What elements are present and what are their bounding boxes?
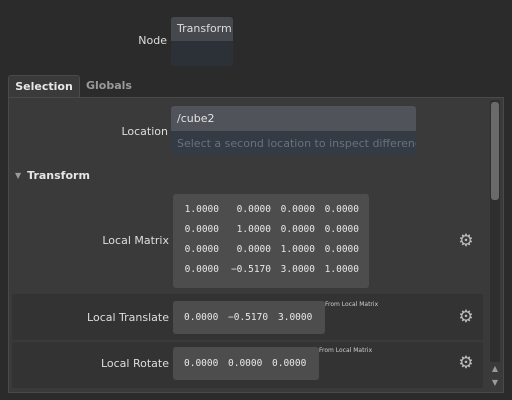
matrix-cell: 0.0000 (236, 204, 271, 215)
vector-cell: 0.0000 (228, 358, 263, 369)
local-matrix-label: Local Matrix (102, 234, 169, 247)
local-rotate-label: Local Rotate (100, 357, 169, 370)
vector-cell: 0.0000 (184, 312, 219, 323)
matrix-cell: 3.0000 (280, 264, 315, 275)
matrix-cell: 0.0000 (324, 204, 359, 215)
location-field[interactable]: /cube2 Select a second location to inspe… (171, 106, 416, 156)
transform-section-header[interactable]: ▼ Transform (15, 169, 90, 182)
arrow-up-icon[interactable]: ▲ (489, 363, 501, 375)
vector-cell: 0.0000 (184, 358, 219, 369)
local-translate-box: 0.0000 −0.5170 3.0000 (173, 301, 325, 334)
local-translate-label: Local Translate (87, 311, 169, 324)
matrix-cell: 0.0000 (184, 264, 219, 275)
gear-icon[interactable]: ⚙ (458, 355, 474, 372)
matrix-cell: 1.0000 (236, 224, 271, 235)
matrix-cell: 1.0000 (280, 244, 315, 255)
matrix-cell: 0.0000 (236, 244, 271, 255)
node-label: Node (138, 34, 167, 47)
local-rotate-note: From Local Matrix (319, 347, 373, 354)
node-value: Transform (171, 17, 233, 41)
arrow-down-icon[interactable]: ▼ (489, 377, 501, 389)
second-location-input[interactable]: Select a second location to inspect diff… (171, 131, 416, 156)
vector-cell: 0.0000 (272, 358, 307, 369)
location-label: Location (121, 125, 168, 138)
local-translate-note: From Local Matrix (325, 301, 379, 308)
matrix-cell: 0.0000 (280, 204, 315, 215)
selection-panel: Location /cube2 Select a second location… (8, 97, 504, 393)
matrix-cell: 0.0000 (184, 224, 219, 235)
scrollbar-thumb[interactable] (491, 102, 499, 200)
matrix-cell: 0.0000 (324, 224, 359, 235)
vector-cell: −0.5170 (228, 312, 269, 323)
node-field[interactable]: Transform (171, 17, 233, 66)
matrix-cell: 0.0000 (280, 224, 315, 235)
triangle-down-icon: ▼ (15, 171, 22, 180)
local-matrix-box: 1.0000 0.0000 0.0000 0.0000 0.0000 1.000… (173, 194, 369, 288)
matrix-cell: −0.5170 (230, 264, 271, 275)
matrix-cell: 1.0000 (184, 204, 219, 215)
gear-icon[interactable]: ⚙ (458, 233, 474, 250)
matrix-cell: 1.0000 (324, 264, 359, 275)
tab-globals[interactable]: Globals (86, 75, 132, 97)
vector-cell: 3.0000 (278, 312, 313, 323)
node-field-empty (171, 41, 233, 66)
matrix-cell: 0.0000 (324, 244, 359, 255)
matrix-cell: 0.0000 (184, 244, 219, 255)
location-value[interactable]: /cube2 (171, 106, 416, 131)
local-rotate-box: 0.0000 0.0000 0.0000 (173, 347, 319, 380)
tab-selection[interactable]: Selection (8, 75, 80, 98)
section-title: Transform (27, 169, 90, 182)
gear-icon[interactable]: ⚙ (458, 309, 474, 326)
